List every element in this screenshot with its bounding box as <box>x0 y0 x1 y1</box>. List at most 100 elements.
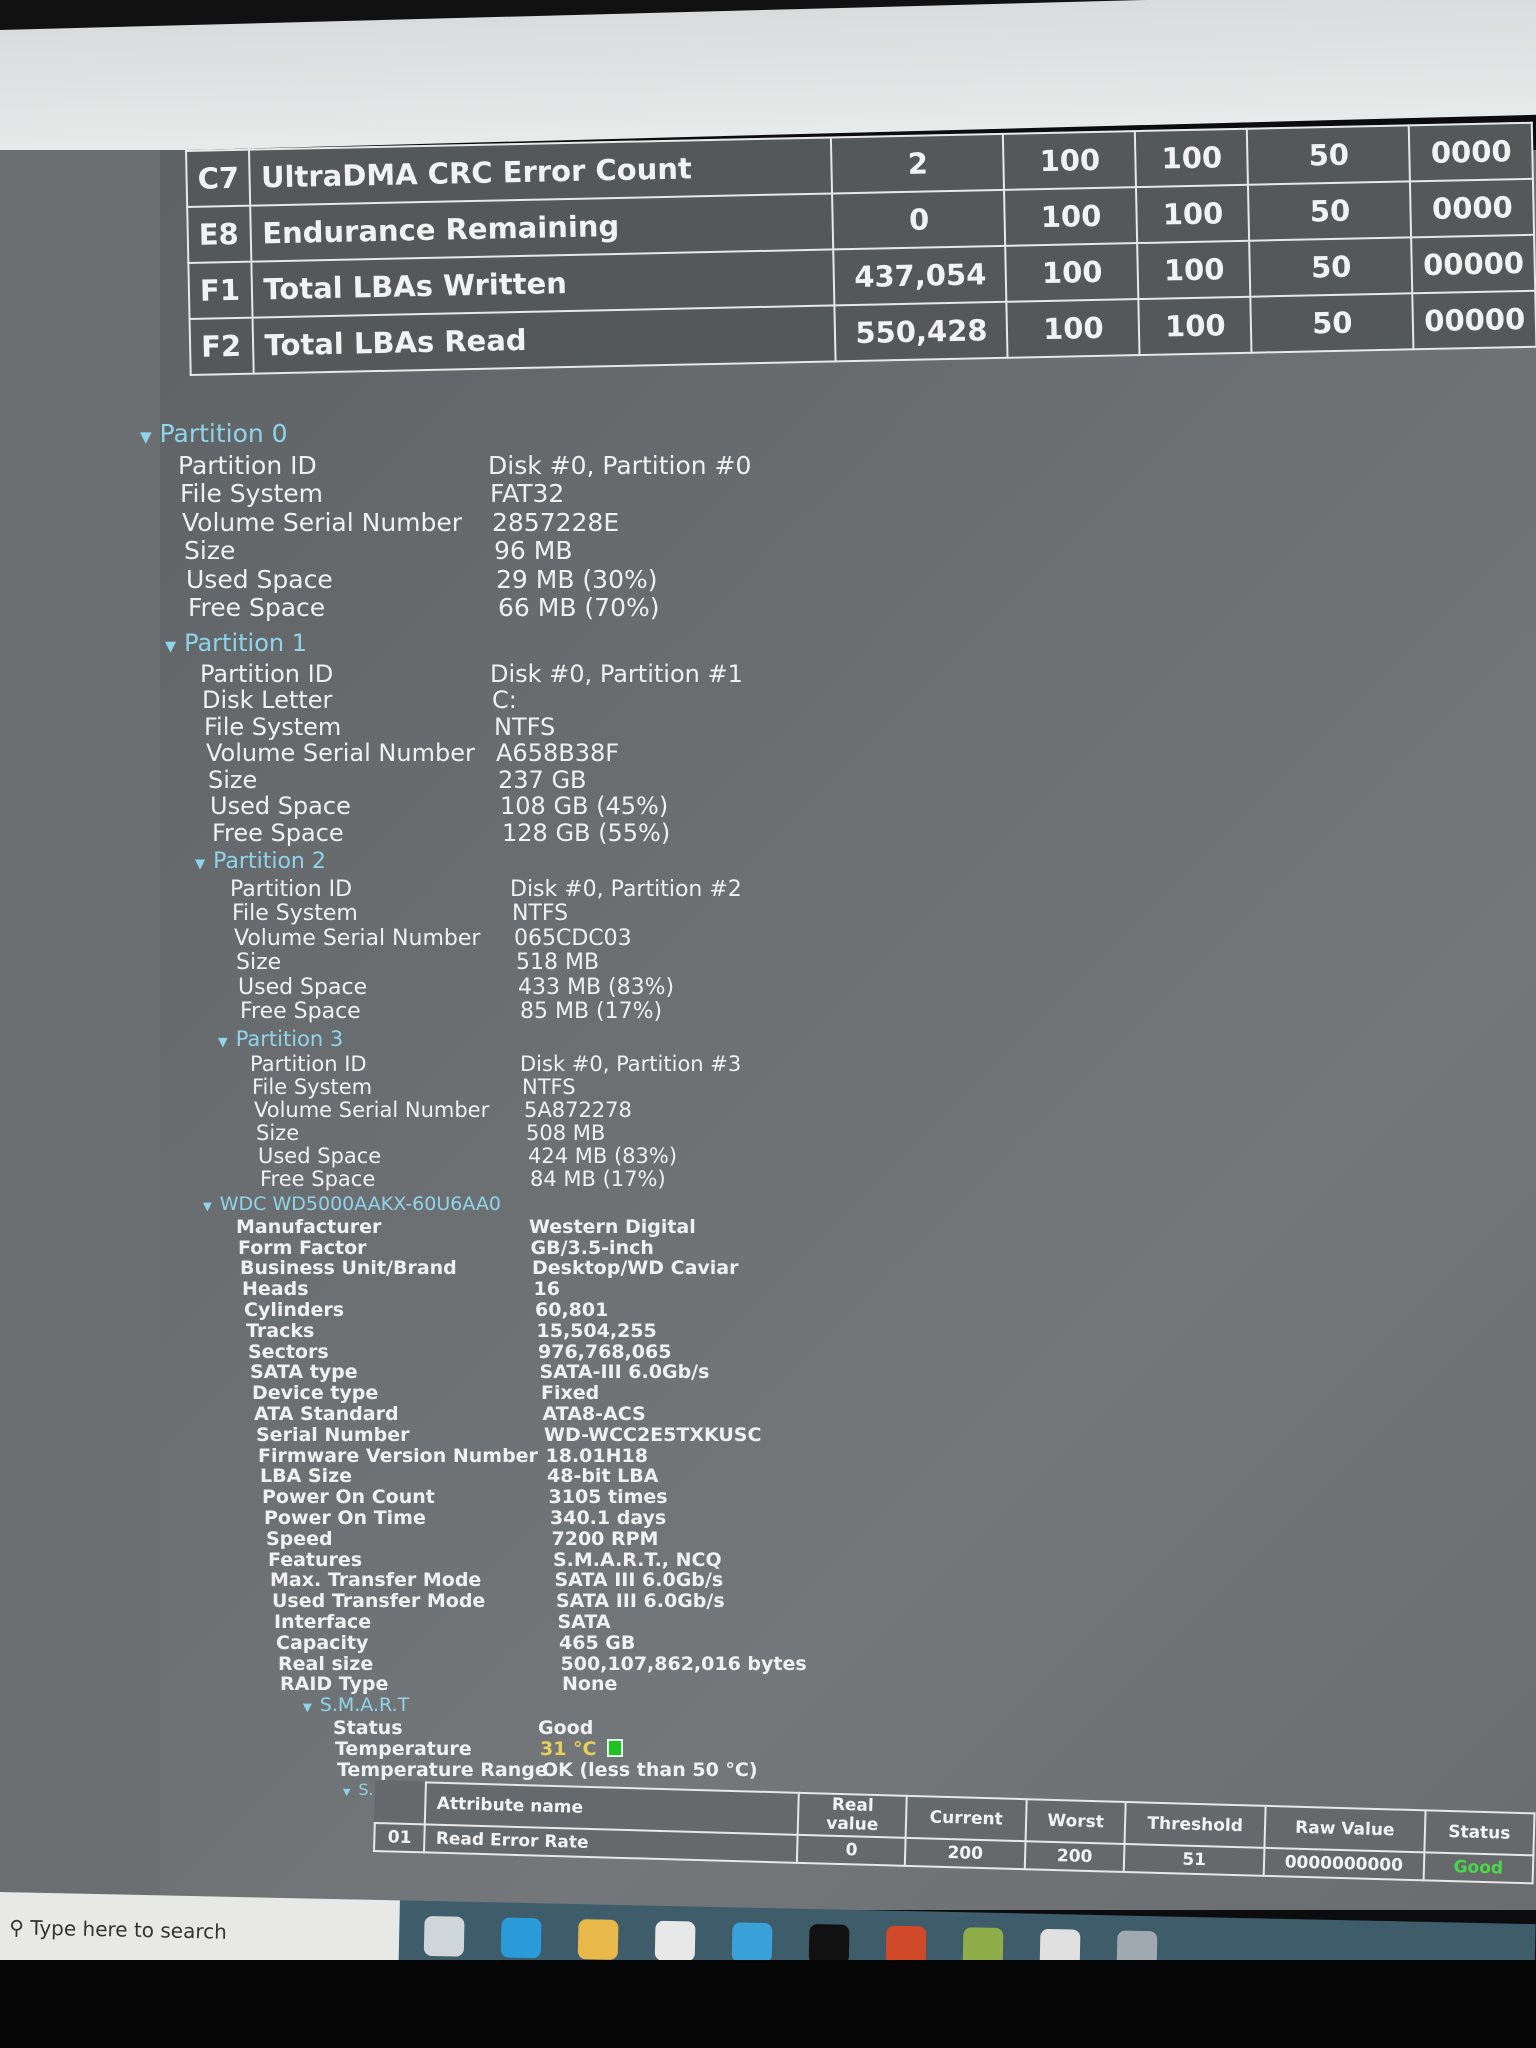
collapse-triangle-icon: ▼ <box>195 857 206 872</box>
edge-icon[interactable] <box>500 1917 542 1959</box>
property-value: SATA III 6.0Gb/s <box>556 1590 725 1613</box>
property-value: 340.1 days <box>550 1506 667 1529</box>
attr-id: E8 <box>187 205 252 263</box>
search-placeholder: Type here to search <box>30 1915 228 1944</box>
column-header[interactable]: Threshold <box>1124 1801 1266 1848</box>
threshold: 50 <box>1249 237 1413 297</box>
smart-title: S.M.A.R.T <box>319 1694 410 1717</box>
property-row: Real size 500,107,862,016 bytes <box>203 1652 807 1675</box>
threshold: 50 <box>1248 181 1412 241</box>
property-label: Volume Serial Number <box>182 507 463 537</box>
property-value: 60,801 <box>535 1298 609 1321</box>
tree-node-header[interactable]: ▼ S.M.A.R.T <box>203 1695 807 1718</box>
property-row: SATA type SATA-III 6.0Gb/s <box>203 1362 807 1383</box>
tree-node-header[interactable]: ▼ Partition 3 <box>218 1028 741 1053</box>
current: 100 <box>1006 299 1140 358</box>
column-header[interactable]: Worst <box>1025 1799 1127 1844</box>
property-label: Volume Serial Number <box>254 1098 490 1122</box>
property-label: Temperature Range <box>337 1758 548 1781</box>
microsoft-store-icon[interactable] <box>654 1920 696 1962</box>
property-row: Features S.M.A.R.T., NCQ <box>203 1548 807 1571</box>
real-value: 0 <box>832 189 1006 250</box>
property-row: Serial Number WD-WCC2E5TXKUSC <box>203 1424 807 1446</box>
column-header[interactable]: Status <box>1424 1810 1535 1856</box>
column-header[interactable]: Raw Value <box>1264 1805 1426 1853</box>
property-row: Disk Letter C: <box>165 687 743 714</box>
worst: 100 <box>1136 184 1250 244</box>
property-value: 500,107,862,016 bytes <box>560 1652 807 1675</box>
property-label: Partition ID <box>178 450 317 480</box>
task-view-icon[interactable] <box>423 1915 465 1957</box>
property-label: Disk Letter <box>202 686 333 714</box>
property-row: Volume Serial Number 065CDC03 <box>195 925 742 952</box>
cell-threshold: 51 <box>1124 1843 1265 1876</box>
property-label: Firmware Version Number <box>258 1444 538 1467</box>
tree-node-header[interactable]: ▼ Partition 1 <box>165 630 743 661</box>
property-label: Power On Time <box>264 1506 426 1529</box>
cell-real: 0 <box>797 1834 906 1866</box>
property-label: Manufacturer <box>236 1215 382 1238</box>
property-value: SATA III 6.0Gb/s <box>554 1569 724 1592</box>
tree-node-header[interactable]: ▼ Partition 0 <box>140 419 751 452</box>
property-row: Used Transfer Mode SATA III 6.0Gb/s <box>203 1591 807 1612</box>
property-row: Partition ID Disk #0, Partition #0 <box>140 450 752 481</box>
property-row: Heads 16 <box>203 1279 807 1300</box>
current: 100 <box>1004 187 1138 246</box>
cell-id: 01 <box>374 1823 426 1853</box>
property-label: Free Space <box>212 818 344 847</box>
property-value: 237 GB <box>498 765 587 794</box>
property-value: NTFS <box>522 1075 576 1099</box>
property-value: 065CDC03 <box>514 925 632 951</box>
property-value: SATA <box>557 1610 611 1633</box>
mail-icon[interactable] <box>731 1922 773 1964</box>
column-header[interactable]: Current <box>905 1795 1027 1842</box>
worst: 100 <box>1138 296 1252 356</box>
tree-node-header[interactable]: ▼ WDC WD5000AAKX-60U6AA0 <box>203 1194 807 1217</box>
tree-node-header[interactable]: ▼ Partition 2 <box>195 849 742 878</box>
property-label: Volume Serial Number <box>206 739 475 767</box>
column-header[interactable]: Real value <box>797 1792 908 1838</box>
partition-title: Partition 3 <box>235 1027 344 1051</box>
property-value: 15,504,255 <box>536 1319 657 1342</box>
property-value: 31 °C <box>540 1737 597 1760</box>
real-value: 437,054 <box>833 245 1007 306</box>
property-row: Volume Serial Number 5A872278 <box>218 1099 741 1122</box>
property-value: 7200 RPM <box>551 1527 659 1550</box>
property-value: 85 MB (17%) <box>520 999 663 1024</box>
property-value: 96 MB <box>494 536 573 565</box>
property-label: Power On Count <box>262 1486 435 1509</box>
property-row: Size 96 MB <box>140 536 751 566</box>
property-value: 84 MB (17%) <box>530 1167 666 1191</box>
property-value: ATA8-ACS <box>542 1402 646 1425</box>
property-label: File System <box>232 901 358 926</box>
property-value: GB/3.5-inch <box>530 1236 654 1259</box>
property-value: S.M.A.R.T., NCQ <box>553 1548 722 1571</box>
property-label: ATA Standard <box>254 1402 399 1425</box>
property-row: Max. Transfer Mode SATA III 6.0Gb/s <box>203 1570 807 1591</box>
cell-current: 200 <box>905 1837 1026 1870</box>
taskbar-search[interactable]: ⚲ Type here to search <box>0 1892 400 1971</box>
tiktok-icon[interactable] <box>808 1923 850 1965</box>
property-row: Volume Serial Number 2857228E <box>140 507 751 538</box>
property-row: Firmware Version Number 18.01H18 <box>203 1444 807 1467</box>
property-value: 5A872278 <box>524 1098 632 1122</box>
property-label: Form Factor <box>238 1236 367 1259</box>
property-value: Desktop/WD Caviar <box>532 1257 739 1280</box>
property-row: Free Space 128 GB (55%) <box>165 818 743 847</box>
property-row: Partition ID Disk #0, Partition #3 <box>218 1053 741 1076</box>
property-label: Used Space <box>186 564 333 594</box>
property-row: Power On Count 3105 times <box>203 1487 807 1508</box>
property-row: Status Good <box>203 1718 807 1739</box>
property-label: Partition ID <box>200 659 334 688</box>
file-explorer-icon[interactable] <box>577 1919 619 1960</box>
property-row: Capacity 465 GB <box>203 1632 807 1654</box>
property-value: 18.01H18 <box>545 1444 648 1467</box>
property-label: Size <box>208 765 258 794</box>
property-value: 518 MB <box>516 950 600 975</box>
worst: 100 <box>1137 240 1251 300</box>
property-value: 3105 times <box>548 1486 668 1509</box>
property-value: Disk #0, Partition #0 <box>488 450 752 480</box>
property-value: NTFS <box>512 901 569 926</box>
property-row: Temperature Range OK (less than 50 °C) <box>203 1758 807 1781</box>
property-row: Volume Serial Number A658B38F <box>165 740 743 767</box>
